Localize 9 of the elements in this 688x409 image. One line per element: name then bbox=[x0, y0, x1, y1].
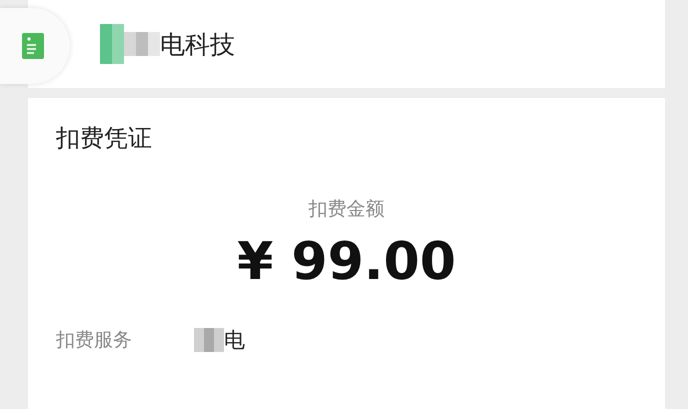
receipt-title: 扣费凭证 bbox=[56, 123, 153, 154]
amount-value: ¥ 99.00 bbox=[236, 232, 457, 292]
redaction-mosaic bbox=[194, 328, 224, 352]
document-icon bbox=[22, 33, 44, 59]
field-value: 电 bbox=[224, 327, 245, 354]
redaction-mosaic bbox=[100, 24, 160, 64]
amount-label: 扣费金额 bbox=[308, 197, 386, 222]
field-label: 扣费服务 bbox=[56, 328, 133, 353]
merchant-name: 电科技 bbox=[160, 28, 235, 60]
